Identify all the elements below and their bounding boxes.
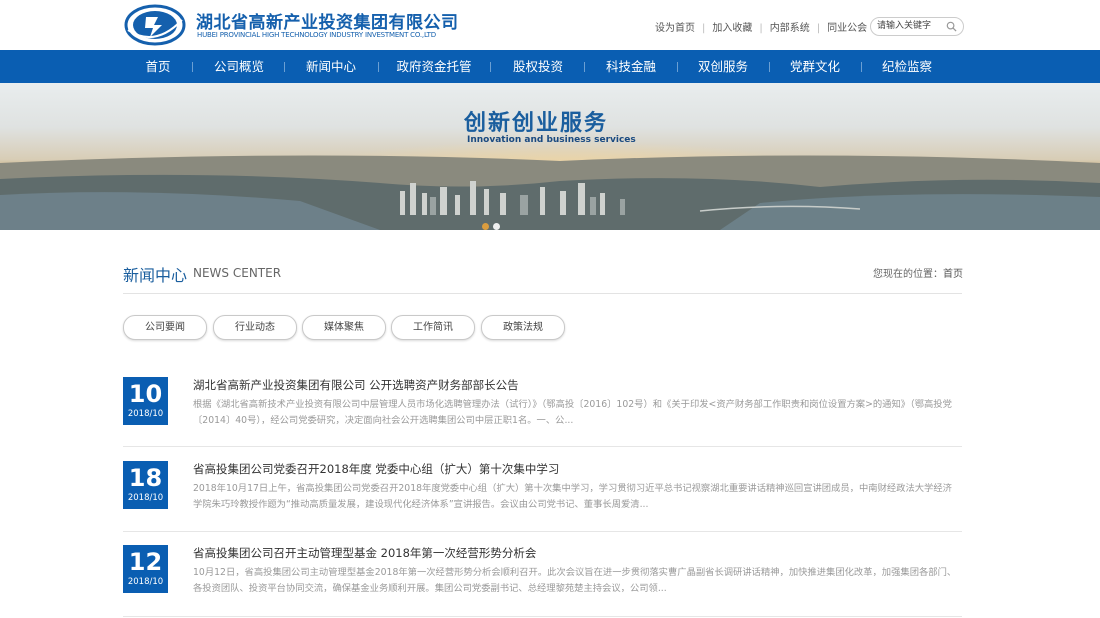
company-logo[interactable] bbox=[124, 4, 186, 46]
nav-divider bbox=[378, 62, 379, 72]
breadcrumb-home-link[interactable]: 首页 bbox=[943, 269, 963, 280]
divider: | bbox=[816, 23, 821, 34]
carousel-dot-1[interactable] bbox=[482, 223, 489, 230]
nav-item-party-culture[interactable]: 党群文化 bbox=[781, 50, 849, 83]
nav-divider bbox=[861, 62, 862, 72]
brand-name-en: HUBEI PROVINCIAL HIGH TECHNOLOGY INDUSTR… bbox=[197, 31, 436, 39]
news-divider bbox=[123, 446, 962, 447]
tab-company-news[interactable]: 公司要闻 bbox=[123, 315, 207, 340]
date-day: 10 bbox=[128, 380, 163, 408]
divider: | bbox=[702, 23, 706, 34]
news-summary: 2018年10月17日上午，省高投集团公司党委召开2018年度党委中心组（扩大）… bbox=[193, 483, 952, 510]
section-divider bbox=[123, 293, 962, 294]
nav-divider bbox=[192, 62, 193, 72]
tab-industry-news[interactable]: 行业动态 bbox=[213, 315, 297, 340]
banner-subtitle: Innovation and business services bbox=[467, 135, 636, 145]
carousel-dot-2[interactable] bbox=[493, 223, 500, 230]
breadcrumb: 您现在的位置：首页 bbox=[873, 265, 963, 280]
nav-item-equity[interactable]: 股权投资 bbox=[504, 50, 572, 83]
date-badge: 10 2018/10 bbox=[123, 377, 168, 425]
news-title[interactable]: 湖北省高新产业投资集团有限公司 公开选聘资产财务部部长公告 bbox=[193, 377, 519, 393]
top-links: 设为首页 | 加入收藏 | 内部系统 | 同业公会 bbox=[655, 19, 867, 34]
section-title: 新闻中心 bbox=[123, 266, 188, 285]
search-icon[interactable] bbox=[946, 21, 957, 32]
news-summary: 10月12日，省高投集团公司主动管理型基金2018年第一次经营形势分析会顺利召开… bbox=[193, 567, 957, 594]
date-day: 12 bbox=[128, 548, 163, 576]
internal-system-link[interactable]: 内部系统 bbox=[770, 23, 810, 34]
news-item[interactable]: 12 2018/10 省高投集团公司召开主动管理型基金 2018年第一次经营形势… bbox=[123, 545, 962, 618]
news-title[interactable]: 省高投集团公司召开主动管理型基金 2018年第一次经营形势分析会 bbox=[193, 545, 536, 561]
nav-item-tech-finance[interactable]: 科技金融 bbox=[597, 50, 665, 83]
date-year-month: 2018/10 bbox=[127, 409, 164, 419]
date-year-month: 2018/10 bbox=[127, 493, 164, 503]
search-box bbox=[870, 17, 964, 36]
nav-item-fund-custody[interactable]: 政府资金托管 bbox=[391, 50, 477, 83]
nav-divider bbox=[584, 62, 585, 72]
site-header: 湖北省高新产业投资集团有限公司 HUBEI PROVINCIAL HIGH TE… bbox=[0, 0, 1100, 50]
date-day: 18 bbox=[128, 464, 163, 492]
news-item[interactable]: 18 2018/10 省高投集团公司党委召开2018年度 党委中心组（扩大）第十… bbox=[123, 461, 962, 532]
news-divider bbox=[123, 616, 962, 617]
main-nav: 首页 公司概览 新闻中心 政府资金托管 股权投资 科技金融 双创服务 党群文化 … bbox=[0, 50, 1100, 83]
news-title[interactable]: 省高投集团公司党委召开2018年度 党委中心组（扩大）第十次集中学习 bbox=[193, 461, 559, 477]
nav-divider bbox=[284, 62, 285, 72]
nav-item-news[interactable]: 新闻中心 bbox=[297, 50, 365, 83]
nav-item-home[interactable]: 首页 bbox=[133, 50, 183, 83]
breadcrumb-label: 您现在的位置： bbox=[873, 269, 943, 280]
nav-item-discipline[interactable]: 纪检监察 bbox=[873, 50, 941, 83]
brand-name-cn: 湖北省高新产业投资集团有限公司 bbox=[196, 13, 459, 33]
nav-divider bbox=[769, 62, 770, 72]
search-input[interactable] bbox=[877, 19, 941, 33]
news-summary: 根据《湖北省高新技术产业投资有限公司中层管理人员市场化选聘管理办法（试行）》（鄂… bbox=[193, 399, 952, 426]
date-year-month: 2018/10 bbox=[127, 577, 164, 587]
nav-item-startup[interactable]: 双创服务 bbox=[689, 50, 757, 83]
add-favorite-link[interactable]: 加入收藏 bbox=[712, 23, 752, 34]
date-badge: 12 2018/10 bbox=[123, 545, 168, 593]
tab-work-briefs[interactable]: 工作简讯 bbox=[391, 315, 475, 340]
divider: | bbox=[759, 23, 763, 34]
nav-item-overview[interactable]: 公司概览 bbox=[205, 50, 273, 83]
set-homepage-link[interactable]: 设为首页 bbox=[655, 23, 695, 34]
tab-policies[interactable]: 政策法规 bbox=[481, 315, 565, 340]
tab-media-focus[interactable]: 媒体聚焦 bbox=[302, 315, 386, 340]
industry-association-link[interactable]: 同业公会 bbox=[827, 23, 867, 34]
date-badge: 18 2018/10 bbox=[123, 461, 168, 509]
nav-divider bbox=[677, 62, 678, 72]
news-divider bbox=[123, 531, 962, 532]
section-title-en: NEWS CENTER bbox=[193, 266, 282, 280]
carousel-dots bbox=[482, 215, 504, 230]
nav-divider bbox=[490, 62, 491, 72]
news-item[interactable]: 10 2018/10 湖北省高新产业投资集团有限公司 公开选聘资产财务部部长公告… bbox=[123, 377, 962, 447]
hero-banner: 创新创业服务 Innovation and business services bbox=[0, 83, 1100, 230]
banner-title: 创新创业服务 bbox=[464, 111, 609, 136]
